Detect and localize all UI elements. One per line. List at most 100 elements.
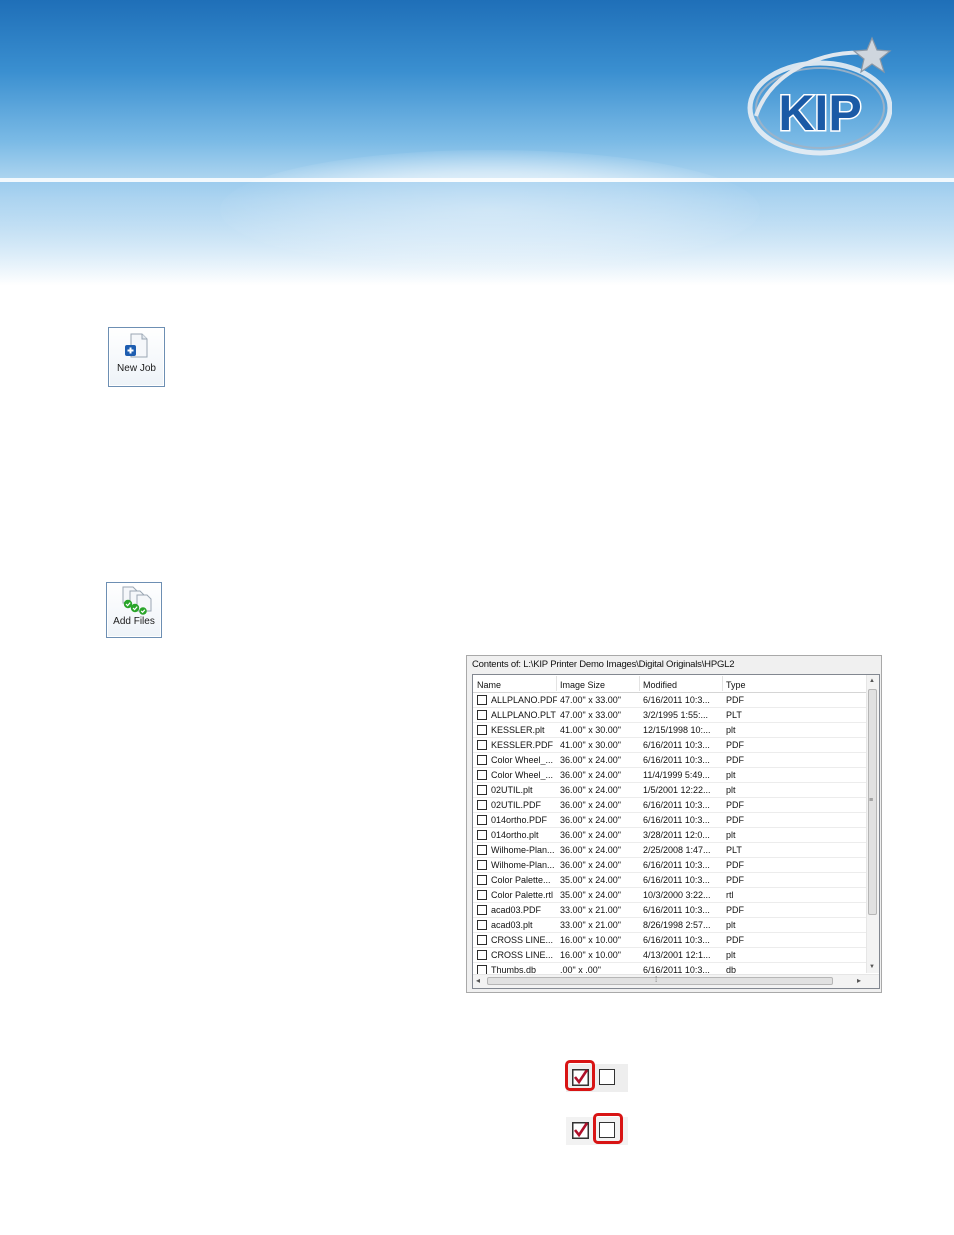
file-name-cell: Wilhome-Plan...: [491, 845, 555, 855]
file-list[interactable]: Name Image Size Modified Type ALLPLANO.P…: [472, 674, 880, 989]
row-checkbox[interactable]: [477, 890, 487, 900]
row-checkbox[interactable]: [477, 770, 487, 780]
image-size-cell: 16.00" x 10.00": [560, 950, 621, 960]
row-checkbox[interactable]: [477, 815, 487, 825]
image-size-cell: 36.00" x 24.00": [560, 770, 621, 780]
row-checkbox[interactable]: [477, 920, 487, 930]
image-size-cell: 36.00" x 24.00": [560, 785, 621, 795]
modified-cell: 6/16/2011 10:3...: [643, 815, 710, 825]
table-row[interactable]: ALLPLANO.PDF 47.00" x 33.00" 6/16/2011 10:…: [473, 693, 866, 708]
image-size-cell: 33.00" x 21.00": [560, 920, 621, 930]
row-checkbox[interactable]: [477, 950, 487, 960]
table-row[interactable]: 02UTIL.plt 36.00" x 24.00" 1/5/2001 12:22.…: [473, 783, 866, 798]
table-row[interactable]: CROSS LINE... 16.00" x 10.00" 6/16/2011 10…: [473, 933, 866, 948]
modified-cell: 2/25/2008 1:47...: [643, 845, 711, 855]
row-checkbox[interactable]: [477, 785, 487, 795]
table-row[interactable]: CROSS LINE... 16.00" x 10.00" 4/13/2001 12…: [473, 948, 866, 963]
table-row[interactable]: Wilhome-Plan... 36.00" x 24.00" 6/16/2011 …: [473, 858, 866, 873]
table-row[interactable]: acad03.PDF 33.00" x 21.00" 6/16/2011 10:3.…: [473, 903, 866, 918]
image-size-cell: 47.00" x 33.00": [560, 710, 621, 720]
modified-cell: 11/4/1999 5:49...: [643, 770, 710, 780]
file-name-cell: Color Wheel_...: [491, 755, 554, 765]
file-name-cell: ALLPLANO.PDF: [491, 695, 557, 705]
image-size-cell: 36.00" x 24.00": [560, 845, 621, 855]
table-row[interactable]: Color Wheel_... 36.00" x 24.00" 6/16/2011 …: [473, 753, 866, 768]
file-name-cell: KESSLER.PDF: [491, 740, 554, 750]
column-separator[interactable]: [556, 676, 557, 691]
row-checkbox[interactable]: [477, 830, 487, 840]
column-header-type[interactable]: Type: [726, 680, 746, 690]
row-checkbox[interactable]: [477, 905, 487, 915]
modified-cell: 8/26/1998 2:57...: [643, 920, 711, 930]
scroll-right-arrow-icon[interactable]: ▸: [857, 976, 861, 985]
column-separator[interactable]: [722, 676, 723, 691]
add-files-button[interactable]: Add Files: [106, 582, 162, 638]
deselect-all-example: [566, 1113, 628, 1145]
type-cell: PDF: [726, 740, 744, 750]
table-row[interactable]: Color Wheel_... 36.00" x 24.00" 11/4/1999 …: [473, 768, 866, 783]
type-cell: PDF: [726, 875, 744, 885]
svg-text:KIP: KIP: [778, 85, 861, 141]
type-cell: plt: [726, 770, 736, 780]
row-checkbox[interactable]: [477, 935, 487, 945]
scroll-down-arrow-icon[interactable]: ▼: [869, 964, 875, 970]
vertical-scrollbar[interactable]: ▲ ≡ ▼: [866, 675, 879, 973]
add-files-check-icon: [122, 586, 152, 615]
table-row[interactable]: 014ortho.PDF 36.00" x 24.00" 6/16/2011 10:…: [473, 813, 866, 828]
horizontal-scrollbar[interactable]: ◂ ⁞ ▸: [473, 974, 879, 988]
column-header-modified[interactable]: Modified: [643, 680, 677, 690]
table-row[interactable]: KESSLER.PDF 41.00" x 30.00" 6/16/2011 10:3…: [473, 738, 866, 753]
empty-checkbox-icon[interactable]: [599, 1069, 615, 1085]
column-header-name[interactable]: Name: [477, 680, 501, 690]
table-row[interactable]: acad03.plt 33.00" x 21.00" 8/26/1998 2:57.…: [473, 918, 866, 933]
add-files-label: Add Files: [113, 616, 155, 627]
file-name-cell: Color Wheel_...: [491, 770, 554, 780]
modified-cell: 10/3/2000 3:22...: [643, 890, 711, 900]
column-separator[interactable]: [639, 676, 640, 691]
type-cell: rtl: [726, 890, 734, 900]
table-row[interactable]: 02UTIL.PDF 36.00" x 24.00" 6/16/2011 10:3.…: [473, 798, 866, 813]
row-checkbox[interactable]: [477, 695, 487, 705]
row-checkbox[interactable]: [477, 725, 487, 735]
type-cell: plt: [726, 950, 736, 960]
table-row[interactable]: KESSLER.plt 41.00" x 30.00" 12/15/1998 10:…: [473, 723, 866, 738]
table-row[interactable]: 014ortho.plt 36.00" x 24.00" 3/28/2011 12:…: [473, 828, 866, 843]
horizontal-scroll-thumb[interactable]: [487, 977, 833, 985]
file-browser-panel: Contents of: L:\KIP Printer Demo Images\…: [466, 655, 882, 993]
modified-cell: 6/16/2011 10:3...: [643, 860, 710, 870]
image-size-cell: 33.00" x 21.00": [560, 905, 621, 915]
file-name-cell: acad03.plt: [491, 920, 533, 930]
image-size-cell: 36.00" x 24.00": [560, 830, 621, 840]
file-list-rows: ALLPLANO.PDF 47.00" x 33.00" 6/16/2011 10:…: [473, 693, 866, 988]
row-checkbox[interactable]: [477, 710, 487, 720]
column-header-image-size[interactable]: Image Size: [560, 680, 605, 690]
table-row[interactable]: ALLPLANO.PLT 47.00" x 33.00" 3/2/1995 1:55…: [473, 708, 866, 723]
header-lower-band: [0, 182, 954, 285]
row-checkbox[interactable]: [477, 740, 487, 750]
type-cell: PLT: [726, 710, 742, 720]
scroll-up-arrow-icon[interactable]: ▲: [869, 678, 875, 684]
row-checkbox[interactable]: [477, 800, 487, 810]
modified-cell: 6/16/2011 10:3...: [643, 875, 710, 885]
image-size-cell: 16.00" x 10.00": [560, 935, 621, 945]
row-checkbox[interactable]: [477, 860, 487, 870]
row-checkbox[interactable]: [477, 875, 487, 885]
image-size-cell: 36.00" x 24.00": [560, 815, 621, 825]
row-checkbox[interactable]: [477, 845, 487, 855]
scroll-left-arrow-icon[interactable]: ◂: [476, 976, 480, 985]
table-row[interactable]: Wilhome-Plan... 36.00" x 24.00" 2/25/2008 …: [473, 843, 866, 858]
file-name-cell: KESSLER.plt: [491, 725, 545, 735]
new-job-button[interactable]: New Job: [108, 327, 165, 387]
row-checkbox[interactable]: [477, 755, 487, 765]
type-cell: PDF: [726, 860, 744, 870]
checkmark-icon[interactable]: [572, 1122, 589, 1139]
modified-cell: 4/13/2001 12:1...: [643, 950, 711, 960]
image-size-cell: 47.00" x 33.00": [560, 695, 621, 705]
type-cell: PDF: [726, 800, 744, 810]
highlight-unchecked-box: [593, 1113, 623, 1144]
type-cell: plt: [726, 785, 736, 795]
table-row[interactable]: Color Palette.rtl 35.00" x 24.00" 10/3/200…: [473, 888, 866, 903]
type-cell: plt: [726, 830, 736, 840]
file-list-header: Name Image Size Modified Type: [473, 675, 866, 693]
table-row[interactable]: Color Palette... 35.00" x 24.00" 6/16/2011…: [473, 873, 866, 888]
